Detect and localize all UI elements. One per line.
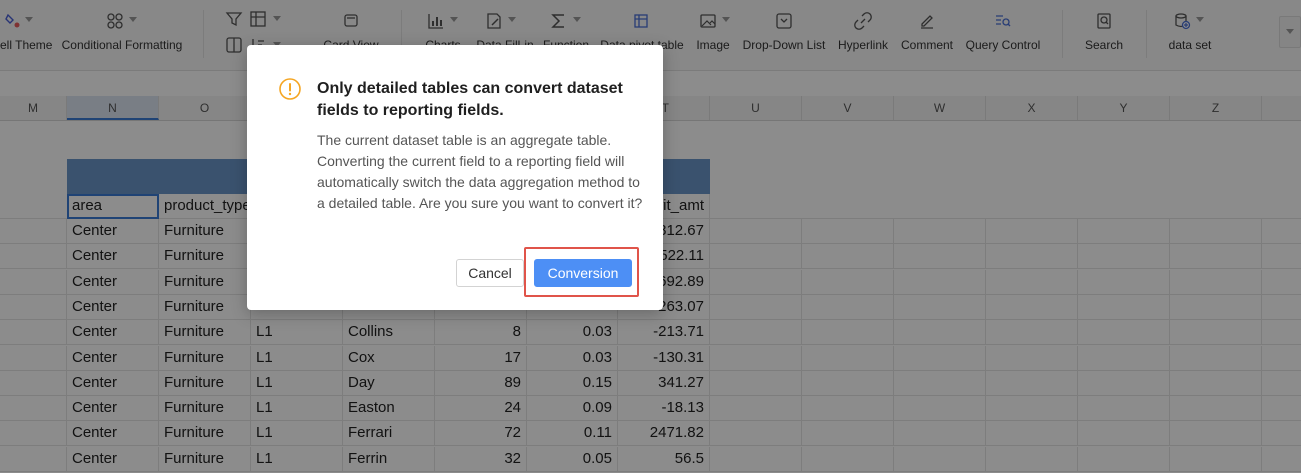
dialog-title: Only detailed tables can convert dataset… [317,80,623,119]
highlight-annotation-box [524,247,639,297]
warning-icon [279,78,301,100]
dialog-message: The current dataset table is an aggregat… [317,132,643,211]
cancel-button[interactable]: Cancel [456,259,524,287]
